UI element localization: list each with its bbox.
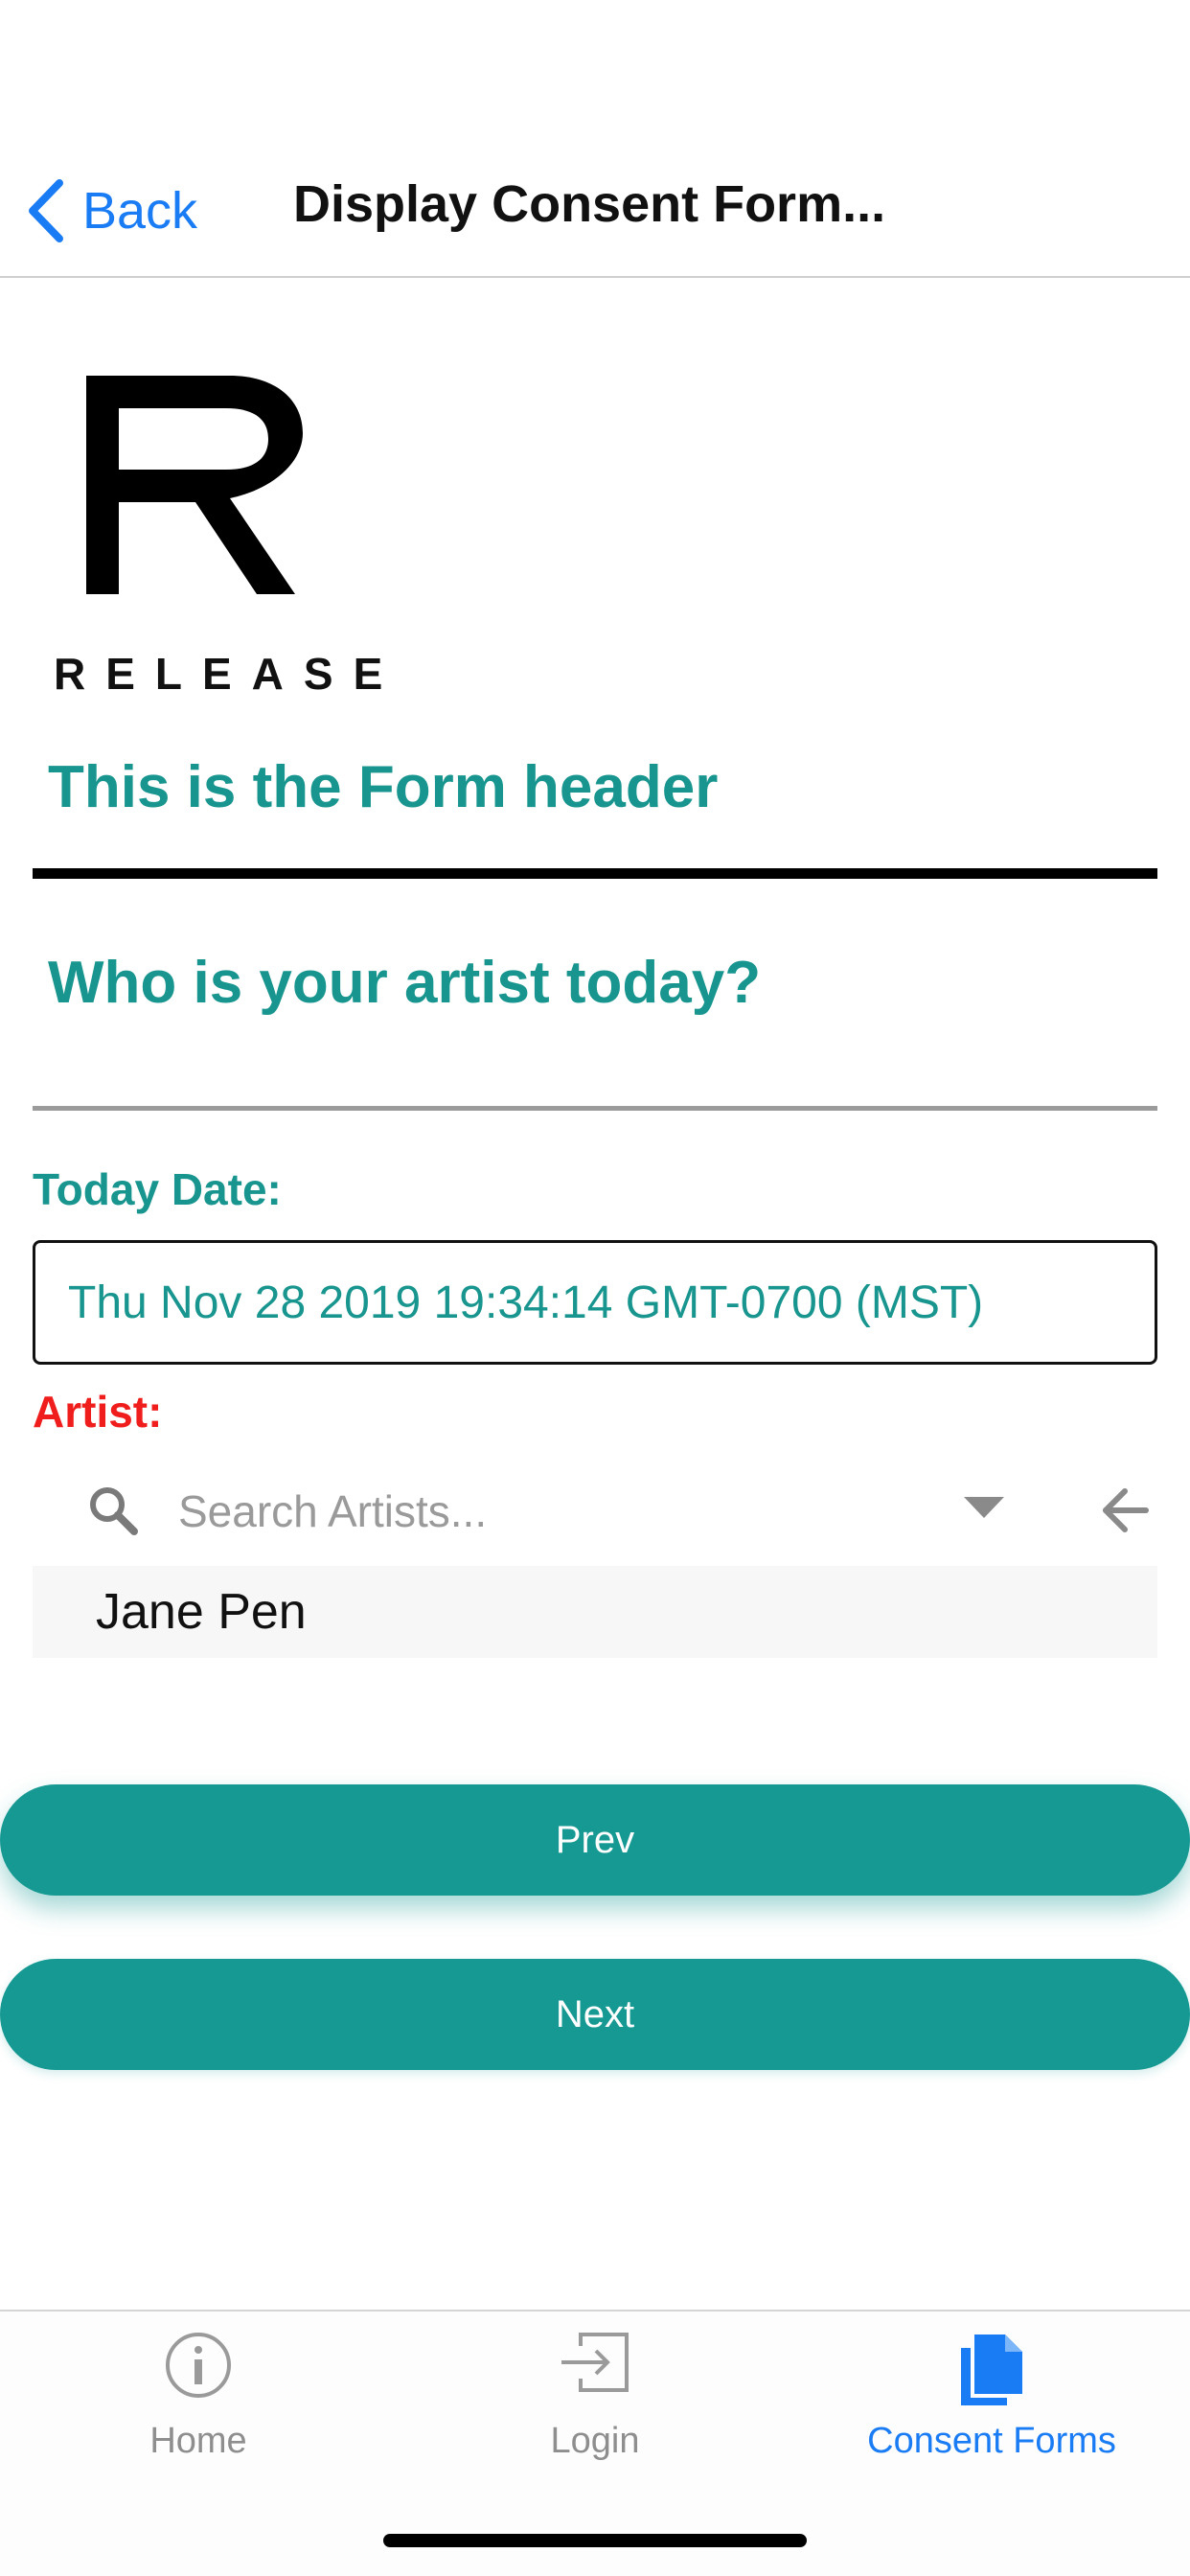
info-icon	[166, 2333, 231, 2398]
next-button[interactable]: Next	[0, 1959, 1190, 2070]
logo-wordmark: RELEASE	[54, 649, 403, 699]
question-divider	[33, 1106, 1157, 1111]
release-logo	[86, 376, 303, 594]
date-label: Today Date:	[33, 1164, 282, 1214]
artist-result-item[interactable]: Jane Pen	[33, 1566, 1157, 1658]
form-question: Who is your artist today?	[48, 950, 762, 1016]
back-label: Back	[82, 182, 198, 240]
home-indicator	[383, 2534, 807, 2547]
artist-search-input[interactable]	[176, 1476, 966, 1547]
tab-login-label: Login	[550, 2421, 640, 2461]
chevron-left-icon	[29, 179, 63, 242]
tab-consent-forms-label: Consent Forms	[867, 2421, 1116, 2461]
prev-button[interactable]: Prev	[0, 1784, 1190, 1896]
back-button[interactable]: Back	[27, 172, 197, 249]
artist-search	[33, 1472, 1157, 1552]
navigation-bar: Back Display Consent Form...	[0, 125, 1190, 278]
arrow-left-icon[interactable]	[1100, 1485, 1150, 1535]
page-title: Display Consent Form...	[293, 175, 886, 233]
form-header: This is the Form header	[48, 754, 719, 820]
search-icon	[90, 1487, 138, 1535]
dropdown-arrow-icon[interactable]	[962, 1493, 1006, 1520]
artist-label: Artist:	[33, 1387, 163, 1437]
tab-consent-forms[interactable]: Consent Forms	[793, 2312, 1190, 2494]
artist-name: Jane Pen	[96, 1584, 307, 1640]
tab-login[interactable]: Login	[397, 2312, 793, 2494]
login-icon	[561, 2333, 629, 2392]
tab-home-label: Home	[149, 2421, 247, 2461]
tab-home[interactable]: Home	[0, 2312, 397, 2494]
document-icon	[961, 2334, 1022, 2405]
date-field[interactable]: Thu Nov 28 2019 19:34:14 GMT-0700 (MST)	[33, 1240, 1157, 1365]
header-divider	[33, 868, 1157, 879]
date-value: Thu Nov 28 2019 19:34:14 GMT-0700 (MST)	[68, 1276, 984, 1328]
